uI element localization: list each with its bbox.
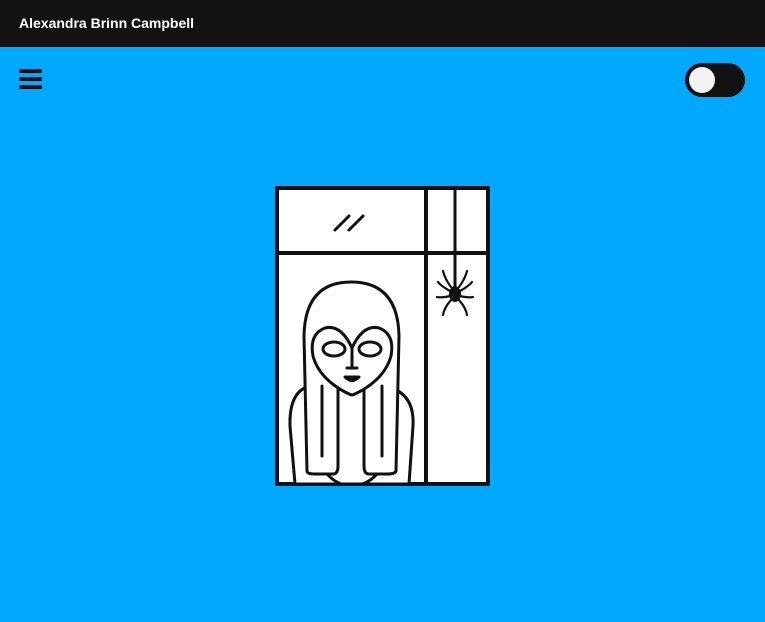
right-eye — [357, 340, 383, 358]
menu-line — [19, 69, 42, 73]
hamburger-menu-icon[interactable] — [18, 69, 44, 93]
menu-line — [19, 85, 42, 89]
menu-line — [19, 77, 42, 81]
window-illustration — [275, 186, 490, 486]
mouth — [343, 375, 361, 382]
left-eye — [321, 340, 347, 358]
woman-figure — [288, 280, 415, 486]
theme-toggle[interactable] — [685, 63, 745, 97]
toggle-knob — [689, 67, 715, 93]
site-title[interactable]: Alexandra Brinn Campbell — [19, 15, 194, 31]
top-bar: Alexandra Brinn Campbell — [0, 0, 765, 47]
